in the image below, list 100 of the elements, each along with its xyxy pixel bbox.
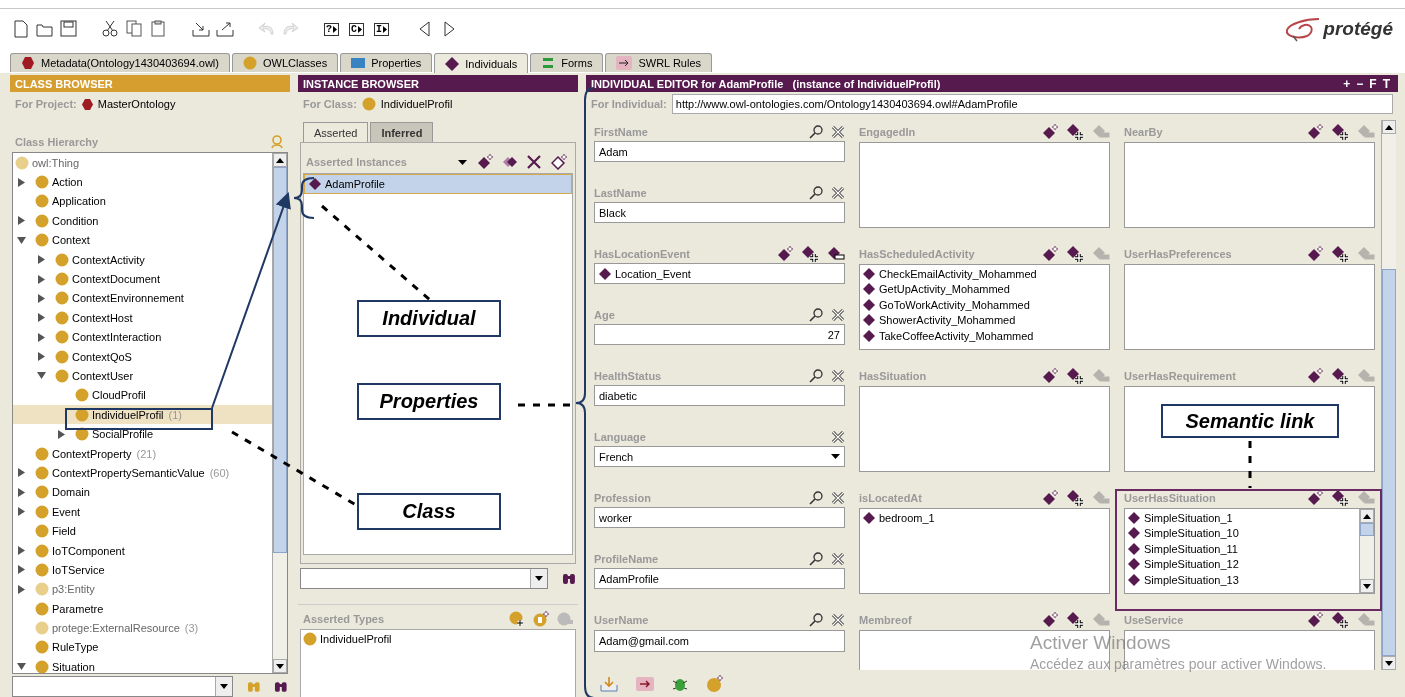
clipboard-icon[interactable] (150, 20, 168, 38)
new-file-icon[interactable] (12, 20, 30, 38)
search-icon[interactable] (809, 613, 823, 627)
down-arrow-icon[interactable] (276, 663, 284, 669)
tree-item[interactable]: ContextUser (13, 366, 272, 386)
input-field[interactable]: 27 (594, 324, 845, 345)
tree-item[interactable]: Application (13, 191, 272, 212)
tree-item[interactable]: ContextHost (13, 308, 272, 328)
binoculars-icon[interactable] (274, 679, 288, 693)
tree-item[interactable]: Event (13, 502, 272, 522)
tab[interactable]: SWRL Rules (605, 53, 712, 72)
tab[interactable]: OWLClasses (231, 53, 339, 72)
search-field[interactable] (300, 567, 549, 589)
toolbar-button[interactable]: I (374, 22, 390, 36)
copy-instance-icon[interactable] (503, 156, 517, 168)
import-icon[interactable] (192, 20, 210, 38)
remove-instance-icon[interactable] (1357, 490, 1375, 506)
toolbar-button[interactable]: ? (324, 22, 339, 36)
tree-item[interactable]: ContextDocument (13, 269, 272, 289)
expand-icon[interactable] (37, 332, 46, 342)
search-icon[interactable] (809, 368, 823, 383)
down-arrow-icon[interactable] (1385, 660, 1393, 666)
scroll-up-button[interactable] (1382, 120, 1396, 134)
down-arrow-icon[interactable] (1363, 583, 1371, 589)
search-icon[interactable] (809, 551, 823, 566)
expand-icon[interactable] (37, 313, 46, 323)
dropdown-arrow-icon[interactable] (219, 683, 228, 689)
tree-item[interactable]: IoTComponent (13, 540, 272, 561)
scroll-down-button[interactable] (1382, 656, 1396, 670)
search-icon[interactable] (809, 490, 823, 505)
create-instance-icon[interactable] (777, 245, 793, 262)
header-button[interactable]: − (1353, 76, 1367, 91)
list-item[interactable]: SimpleSituation_10 (1128, 525, 1356, 541)
tree-item[interactable]: IndividuelProfil (1) (13, 405, 272, 425)
input-field[interactable]: Adam (594, 141, 845, 162)
tab[interactable]: Metadata(Ontology1430403694.owl) (10, 53, 230, 72)
up-arrow-icon[interactable] (1385, 124, 1393, 130)
instance-outline-icon[interactable] (551, 154, 567, 170)
bug-icon[interactable] (672, 676, 688, 692)
tree-item[interactable]: Action (13, 172, 272, 192)
tree-item[interactable]: protege:ExternalResource (3) (13, 618, 272, 638)
toolbar-button[interactable]: C (349, 22, 365, 36)
up-arrow-icon[interactable] (276, 157, 284, 163)
tab[interactable]: Inferred (370, 122, 434, 142)
instance-item[interactable]: AdamProfile (304, 174, 572, 194)
tree-item[interactable]: owl:Thing (13, 153, 272, 173)
list-item[interactable]: GoToWorkActivity_Mohammed (863, 297, 1106, 313)
scroll-down-button[interactable] (273, 659, 287, 673)
list-item[interactable]: SimpleSituation_12 (1128, 556, 1356, 572)
collapse-icon[interactable] (17, 662, 26, 672)
expand-icon[interactable] (17, 177, 26, 187)
input-field[interactable]: AdamProfile (594, 568, 845, 589)
scroll-thumb[interactable] (273, 167, 287, 553)
create-instance-icon[interactable] (1042, 612, 1058, 628)
expand-icon[interactable] (17, 584, 26, 594)
create-instance-icon[interactable] (1042, 124, 1058, 140)
tree-item[interactable]: p3:Entity (13, 579, 272, 599)
expand-icon[interactable] (37, 352, 46, 362)
list-item[interactable]: bedroom_1 (863, 510, 1106, 526)
delete-icon[interactable] (527, 155, 541, 169)
header-button[interactable]: + (1340, 76, 1354, 91)
create-instance-icon[interactable] (1307, 246, 1323, 262)
tab[interactable]: Properties (340, 53, 433, 72)
expand-icon[interactable] (17, 565, 26, 575)
tab[interactable]: Individuals (434, 53, 529, 73)
scroll-thumb[interactable] (1382, 269, 1396, 656)
copy-icon[interactable] (126, 20, 144, 38)
input-field[interactable]: Adam@gmail.com (594, 630, 845, 652)
create-instance-icon[interactable] (1042, 490, 1058, 506)
add-class-icon[interactable] (509, 611, 525, 627)
expand-icon[interactable] (17, 507, 26, 517)
create-instance-icon[interactable] (477, 154, 493, 170)
create-instance-icon[interactable] (1042, 246, 1058, 262)
tree-item[interactable]: Parametre (13, 599, 272, 619)
tree-item[interactable]: Condition (13, 211, 272, 231)
tree-item[interactable]: Field (13, 521, 272, 541)
dropdown-arrow-icon[interactable] (458, 159, 467, 165)
tree-item[interactable]: Domain (13, 482, 272, 503)
tab[interactable]: Forms (530, 53, 604, 72)
triangle-icon[interactable] (383, 25, 388, 33)
instance-field[interactable]: Location_Event (594, 263, 845, 284)
dropdown-arrow-icon[interactable] (831, 454, 840, 459)
tree-item[interactable]: ContextInteraction (13, 327, 272, 347)
search-field[interactable] (12, 675, 233, 697)
create-instance-icon[interactable] (1307, 612, 1323, 628)
input-field[interactable]: worker (594, 507, 845, 528)
search-icon[interactable] (809, 185, 823, 200)
input-field[interactable]: diabetic (594, 385, 845, 406)
url-field[interactable]: http://www.owl-ontologies.com/Ontology1430403694.owl#AdamProfile (671, 94, 1393, 114)
header-button[interactable]: T (1379, 76, 1393, 91)
scroll-up-button[interactable] (273, 153, 287, 167)
collapse-icon[interactable] (17, 235, 26, 245)
list-item[interactable]: TakeCoffeeActivity_Mohammed (863, 328, 1106, 344)
expand-icon[interactable] (17, 546, 26, 555)
create-instance-icon[interactable] (1307, 368, 1323, 384)
scroll-thumb[interactable] (1360, 523, 1374, 537)
expand-icon[interactable] (57, 429, 66, 439)
tree-item[interactable]: Situation (13, 657, 272, 673)
header-button[interactable]: F (1366, 76, 1380, 91)
list-item[interactable]: ShowerActivity_Mohammed (863, 312, 1106, 328)
